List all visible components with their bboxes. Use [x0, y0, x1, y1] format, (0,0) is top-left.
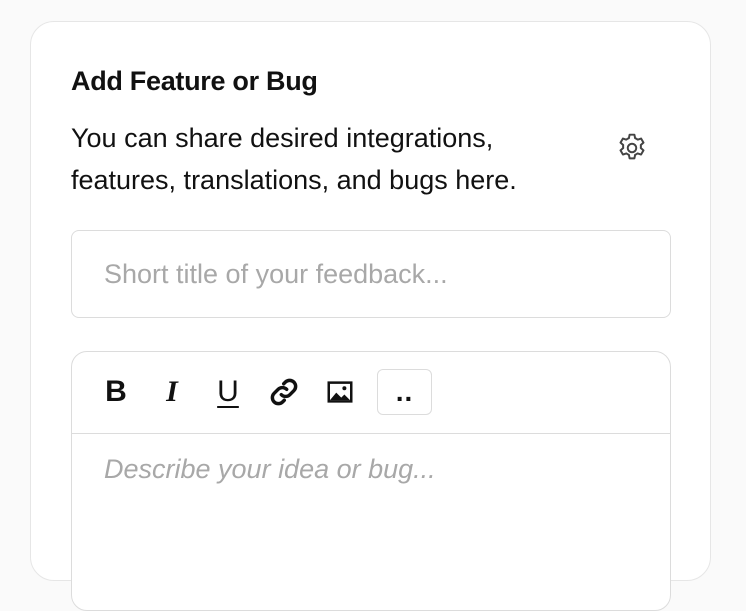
- underline-button[interactable]: U: [208, 370, 248, 414]
- form-description: You can share desired integrations, feat…: [71, 123, 517, 195]
- more-options-button[interactable]: ..: [377, 369, 432, 415]
- image-button[interactable]: [320, 370, 360, 414]
- feedback-title-input[interactable]: [71, 230, 671, 318]
- image-icon: [327, 381, 353, 403]
- link-icon: [270, 378, 298, 406]
- gear-icon[interactable]: [615, 131, 649, 165]
- link-button[interactable]: [264, 370, 304, 414]
- description-editor: B I U .. Describe your idea or bug...: [71, 351, 671, 611]
- feedback-card: Add Feature or Bug You can share desired…: [30, 21, 711, 611]
- italic-button[interactable]: I: [152, 370, 192, 414]
- editor-body[interactable]: Describe your idea or bug...: [104, 454, 436, 485]
- form-title: Add Feature or Bug: [71, 66, 318, 96]
- bold-button[interactable]: B: [96, 370, 136, 414]
- editor-toolbar: B I U ..: [72, 352, 670, 434]
